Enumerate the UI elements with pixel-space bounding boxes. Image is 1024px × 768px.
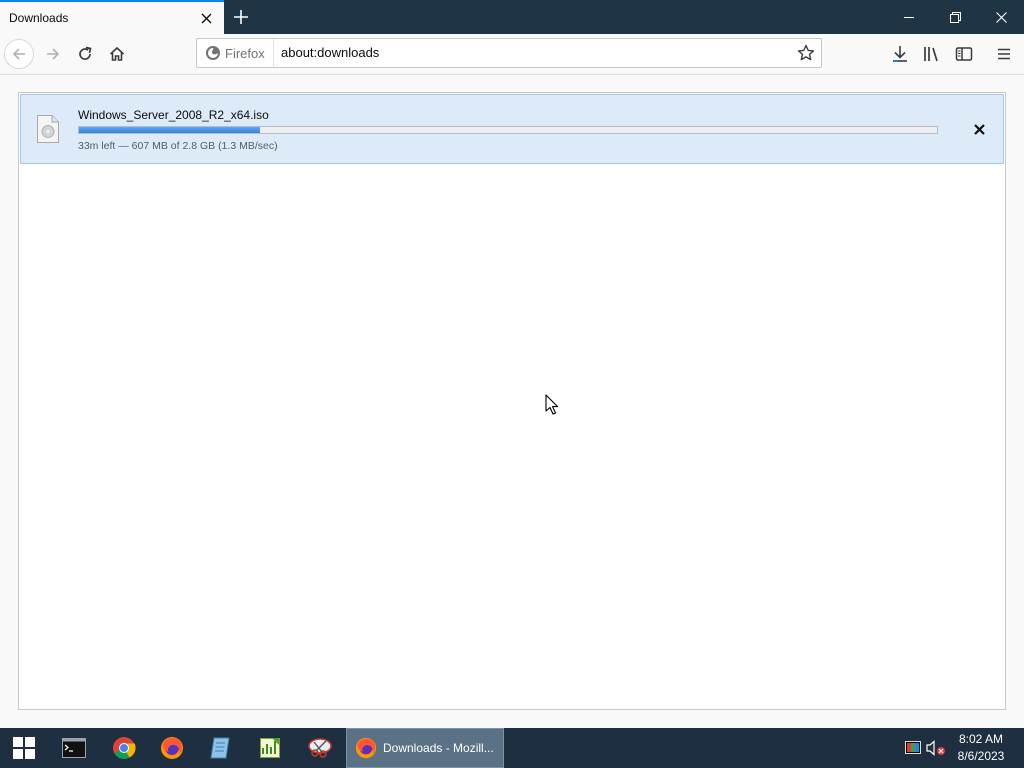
plus-icon (234, 10, 248, 24)
download-progress-bar (78, 126, 938, 134)
windows-logo-icon (13, 737, 35, 759)
minimize-button[interactable] (886, 0, 932, 34)
reload-button[interactable] (70, 39, 100, 69)
hamburger-menu-icon (998, 48, 1010, 60)
forward-button[interactable] (38, 39, 68, 69)
cmd-icon (62, 738, 86, 758)
tab-title: Downloads (9, 11, 69, 25)
cancel-icon (973, 123, 985, 135)
restore-button[interactable] (932, 0, 978, 34)
taskbar-task-label: Downloads - Mozill... (383, 741, 494, 755)
start-button[interactable] (0, 728, 48, 768)
downloads-button[interactable] (886, 40, 914, 68)
url-bar[interactable]: Firefox about:downloads (196, 38, 822, 68)
back-arrow-icon (12, 48, 25, 60)
close-icon (201, 13, 211, 23)
spreadsheet-icon (260, 738, 280, 758)
firefox-icon (161, 737, 183, 759)
taskbar-cmd[interactable] (50, 728, 98, 768)
tray-display-settings[interactable] (903, 738, 923, 758)
clock-date: 8/6/2023 (957, 749, 1005, 763)
tab-close-button[interactable] (198, 10, 214, 26)
firefox-icon (355, 737, 377, 759)
taskbar: Downloads - Mozill... 8:02 AM 8/6/2023 (0, 728, 1024, 768)
firefox-icon (206, 46, 220, 60)
snipping-icon (308, 738, 332, 758)
library-icon (924, 47, 938, 62)
star-icon (797, 44, 815, 61)
speaker-muted-icon (926, 740, 945, 756)
download-file-name: Windows_Server_2008_R2_x64.iso (78, 108, 269, 122)
new-tab-button[interactable] (228, 4, 254, 30)
taskbar-active-firefox-window[interactable]: Downloads - Mozill... (346, 728, 504, 768)
close-window-button[interactable] (978, 0, 1024, 34)
tab-downloads[interactable]: Downloads (0, 0, 224, 34)
reload-icon (79, 46, 92, 60)
taskbar-chrome[interactable] (100, 728, 148, 768)
taskbar-spreadsheet[interactable] (246, 728, 294, 768)
sidebar-button[interactable] (950, 40, 978, 68)
taskbar-snipping[interactable] (296, 728, 344, 768)
taskbar-notepad[interactable] (196, 728, 244, 768)
download-progress-fill (79, 127, 261, 133)
identity-box[interactable]: Firefox (197, 39, 274, 67)
taskbar-firefox[interactable] (148, 728, 196, 768)
restore-icon (949, 11, 961, 23)
clock-time: 8:02 AM (958, 732, 1004, 746)
identity-label: Firefox (225, 45, 265, 61)
download-status: 33m left — 607 MB of 2.8 GB (1.3 MB/sec) (78, 140, 278, 152)
color-display-icon (905, 741, 921, 754)
bookmark-star-button[interactable] (795, 43, 817, 63)
cancel-download-button[interactable] (969, 119, 989, 139)
close-icon (995, 11, 1007, 23)
taskbar-clock[interactable]: 8:02 AM 8/6/2023 (950, 731, 1012, 765)
download-item[interactable]: Windows_Server_2008_R2_x64.iso 33m left … (20, 94, 1004, 164)
navigation-toolbar: Firefox about:downloads (0, 34, 1024, 75)
disc-image-file-icon (37, 115, 59, 143)
sidebar-icon (955, 47, 973, 61)
downloads-list: Windows_Server_2008_R2_x64.iso 33m left … (18, 92, 1006, 710)
forward-arrow-icon (47, 48, 60, 60)
notepad-icon (210, 737, 230, 759)
home-icon (109, 46, 125, 61)
mouse-pointer-icon (545, 394, 559, 415)
back-button[interactable] (4, 39, 34, 69)
minimize-icon (903, 16, 914, 18)
home-button[interactable] (102, 39, 132, 69)
menu-button[interactable] (990, 40, 1018, 68)
library-button[interactable] (918, 40, 946, 68)
download-arrow-icon (893, 46, 907, 62)
tray-volume[interactable] (926, 738, 946, 758)
chrome-icon (113, 737, 136, 759)
title-bar: Downloads (0, 0, 1024, 34)
url-text[interactable]: about:downloads (281, 45, 379, 60)
